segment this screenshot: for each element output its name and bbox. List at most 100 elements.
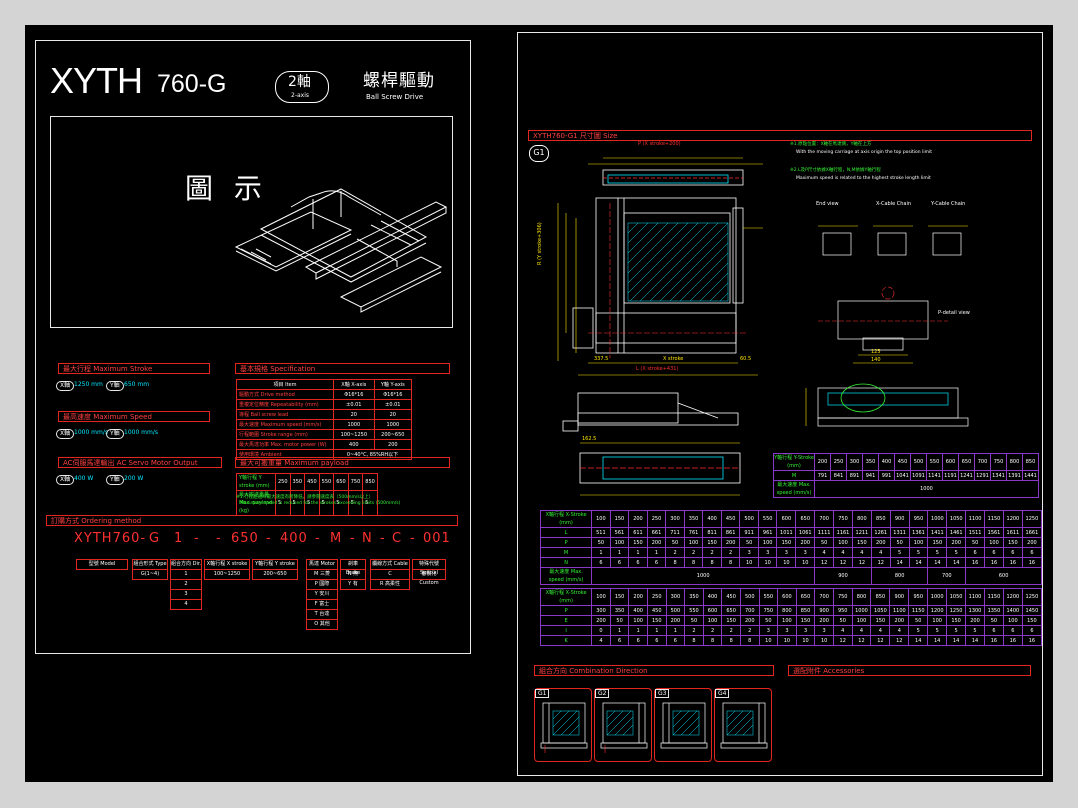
motor-x-value: 400 W bbox=[74, 475, 94, 482]
table-row: I011112222333344445555666 bbox=[539, 625, 1043, 636]
table-row: L 511 561 611 661 711 761 811 861 911 961 1011 1061 1… bbox=[539, 527, 1043, 538]
order-box-x-stroke-option: 100~1250 bbox=[204, 569, 250, 580]
table-cell: 10 bbox=[776, 557, 797, 568]
dim-125: 125 bbox=[871, 349, 881, 355]
dim-140: 140 bbox=[871, 357, 881, 363]
ordering-code: XYTH760- G - 1 - 650 - 400 - M - N - C -… bbox=[74, 531, 454, 547]
order-sep: - bbox=[194, 531, 200, 546]
table-cell: 1241 bbox=[958, 470, 975, 481]
dim-left-a: 337.5 bbox=[594, 356, 609, 362]
table-cell: E bbox=[539, 615, 593, 626]
table-cell: 1 bbox=[646, 625, 667, 636]
table-header-cell: 1150 bbox=[984, 510, 1004, 528]
table-header-cell: 850 bbox=[1022, 453, 1039, 471]
payload-note-2: Maximum speed is reduced for the strokes… bbox=[240, 501, 401, 506]
table-cell: 16 bbox=[983, 635, 1004, 646]
order-sep: - bbox=[410, 531, 416, 546]
table-header-cell: 200 bbox=[814, 453, 831, 471]
table-header-cell: 500 bbox=[739, 588, 760, 606]
table-cell: 3 bbox=[795, 625, 816, 636]
order-box-y-stroke-option: 200~650 bbox=[252, 569, 298, 580]
table-cell: 6 bbox=[984, 547, 1004, 558]
table-cell: 2 bbox=[720, 547, 741, 558]
table-cell: 1411 bbox=[927, 527, 948, 538]
payload-section-title: 最大可搬重量 Maximum payload bbox=[235, 457, 450, 468]
spec-cell: Φ16*16 bbox=[333, 389, 375, 400]
table-cell: 150 bbox=[721, 615, 741, 626]
table-cell: 1111 bbox=[814, 527, 835, 538]
combination-diagram bbox=[540, 702, 588, 753]
order-code-dir: 1 bbox=[174, 531, 184, 546]
spec-row: 行程範圍 Stroke range (mm) 100~1250 200~650 bbox=[236, 429, 413, 440]
table-cell: 16 bbox=[1002, 557, 1023, 568]
spec-table: 項目 Item X軸 X-axis Y軸 Y-axis 驅動方式 Drive m… bbox=[236, 379, 413, 460]
table-header-cell: 450 bbox=[894, 453, 911, 471]
table-cell: 50 bbox=[814, 537, 835, 548]
table-cell: 8 bbox=[739, 635, 760, 646]
spec-cell: 1000 bbox=[333, 419, 375, 430]
order-sep: - bbox=[315, 531, 321, 546]
table-header-cell: 600 bbox=[776, 510, 797, 528]
table-cell: 50 bbox=[665, 537, 685, 548]
table-header-cell: 450 bbox=[721, 588, 741, 606]
table-header-cell: 900 bbox=[889, 588, 910, 606]
table-header-cell: 150 bbox=[609, 588, 630, 606]
table-row: M111122223333444455556666 bbox=[539, 547, 1043, 558]
table-cell: K bbox=[539, 635, 593, 646]
table-cell: 861 bbox=[720, 527, 741, 538]
table-cell: M bbox=[773, 470, 815, 481]
order-motor-options: M 三菱 P 國際 Y 安川 F 富士 T 台達 O 其他 bbox=[306, 569, 338, 630]
table-cell: 16 bbox=[1021, 635, 1043, 646]
payload-cell: Y軸行程 Y stroke (mm) bbox=[236, 473, 276, 491]
table-header-cell: 450 bbox=[720, 510, 741, 528]
table-cell: 1050 bbox=[870, 605, 891, 616]
table-cell: 150 bbox=[946, 615, 967, 626]
table-cell: P bbox=[539, 537, 593, 548]
order-code-y-stroke: 400 bbox=[280, 531, 308, 546]
table-header-cell: 350 bbox=[683, 510, 704, 528]
table-row: E 200 50 100 150 200 50 100 150 200 50 100 150 200 50 1… bbox=[539, 615, 1043, 626]
accessories-section-title: 選配附件 Accessories bbox=[788, 665, 1031, 676]
table-header-cell: 800 bbox=[1006, 453, 1023, 471]
table-cell: 1 bbox=[665, 625, 686, 636]
table-cell: 6 bbox=[628, 557, 648, 568]
table-cell: 2 bbox=[721, 625, 741, 636]
table-cell: 1450 bbox=[1021, 605, 1043, 616]
table-cell: 1 bbox=[609, 625, 630, 636]
spec-cell: 最大速度 Maximum speed (mm/s) bbox=[236, 419, 334, 430]
table-cell: 900 bbox=[814, 605, 834, 616]
table-cell: 50 bbox=[965, 537, 986, 548]
combination-section-title: 組合方向 Combination Direction bbox=[534, 665, 774, 676]
table-cell: 2 bbox=[702, 625, 723, 636]
table-cell: 450 bbox=[646, 605, 667, 616]
motor-y-value: 200 W bbox=[124, 475, 144, 482]
table-cell: 1661 bbox=[1021, 527, 1043, 538]
table-header-cell: 200 bbox=[628, 510, 648, 528]
combination-diagram bbox=[600, 702, 648, 753]
table-cell: 50 bbox=[832, 615, 853, 626]
axis-count: 2軸 bbox=[288, 74, 311, 90]
table-cell: 3 bbox=[814, 625, 834, 636]
table-cell: 10 bbox=[757, 557, 778, 568]
table-cell: 12 bbox=[832, 635, 853, 646]
table-cell: N bbox=[539, 557, 593, 568]
table-header-cell: 500 bbox=[739, 510, 759, 528]
order-sep: - bbox=[266, 531, 272, 546]
table-cell: 8 bbox=[684, 635, 704, 646]
motor-y-axis: Y軸 bbox=[106, 475, 124, 485]
table-cell: 1 bbox=[591, 547, 611, 558]
table-cell: 6 bbox=[665, 635, 686, 646]
table-cell: 14 bbox=[965, 635, 985, 646]
table-cell: 3 bbox=[758, 625, 779, 636]
table-cell: 350 bbox=[609, 605, 630, 616]
order-option: 4 bbox=[184, 601, 188, 607]
table-cell: 100 bbox=[683, 537, 704, 548]
axis-badge: 2軸 2-axis bbox=[275, 71, 329, 103]
combination-diagram bbox=[660, 702, 708, 749]
spec-cell: ±0.01 bbox=[333, 399, 375, 410]
table-header-cell: 650 bbox=[958, 453, 975, 471]
table-cell: 200 bbox=[965, 615, 985, 626]
spec-cell: 200 bbox=[373, 439, 413, 450]
note-1: ※1.原點位置：X軸在馬達側，Y軸在上方 bbox=[790, 142, 872, 147]
table-cell: 711 bbox=[665, 527, 685, 538]
